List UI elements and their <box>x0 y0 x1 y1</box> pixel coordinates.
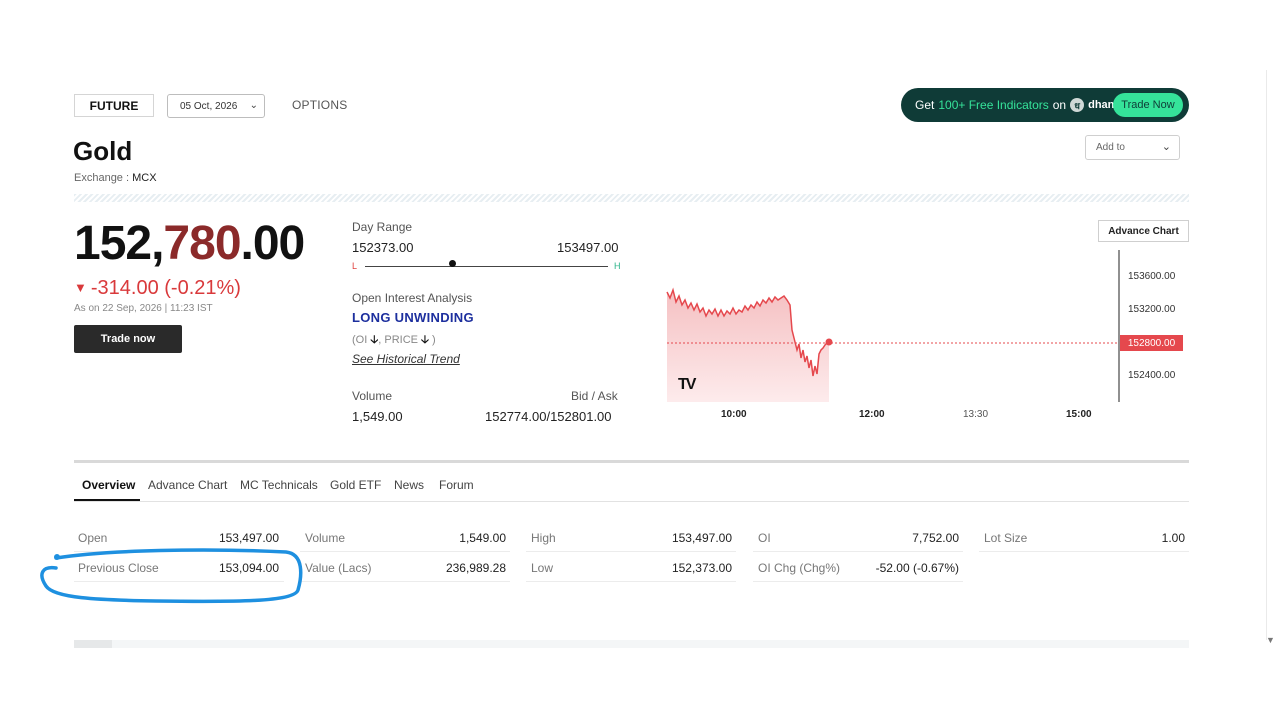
day-range-high-marker: H <box>614 261 621 271</box>
page-title: Gold <box>73 136 133 166</box>
current-price-label: 152800.00 <box>1120 335 1183 351</box>
chevron-down-icon: ⌄ <box>1161 141 1171 153</box>
banner-suffix: on <box>1052 98 1067 112</box>
bid-ask-value: 152774.00/152801.00 <box>485 409 612 424</box>
day-range-low: 152373.00 <box>352 240 414 255</box>
stat-value-high: 153,497.00 <box>671 531 732 545</box>
exchange-value: MCX <box>132 172 157 184</box>
options-tab[interactable]: OPTIONS <box>292 98 347 112</box>
down-triangle-icon: ▼ <box>74 280 87 295</box>
highlight-annotation <box>40 548 303 604</box>
future-tab[interactable]: FUTURE <box>74 94 154 117</box>
dhan-logo-icon: ध <box>1070 98 1085 112</box>
y-tick-label: 152400.00 <box>1128 370 1176 381</box>
oi-sub-suffix: ) <box>432 334 436 346</box>
intraday-chart[interactable] <box>660 250 1130 410</box>
stat-divider <box>753 551 963 552</box>
day-range-high: 153497.00 <box>557 240 619 255</box>
as-of-timestamp: As on 22 Sep, 2026 | 11:23 IST <box>74 303 213 314</box>
tab-news[interactable]: News <box>394 478 424 492</box>
oi-sub-prefix: (OI <box>352 334 368 346</box>
stat-label-open: Open <box>78 531 108 545</box>
x-tick-label: 10:00 <box>721 409 747 420</box>
day-range-low-marker: L <box>352 261 358 271</box>
section-divider <box>74 194 1189 202</box>
dhan-promo-banner[interactable]: Get 100+ Free Indicators on ध dhan Trade… <box>901 88 1189 122</box>
stat-label-oi-change: OI Chg (Chg%) <box>758 561 841 575</box>
x-tick-label: 12:00 <box>859 409 885 420</box>
last-price: 152,780.00 <box>74 216 306 271</box>
x-tick-label: 15:00 <box>1066 409 1092 420</box>
dhan-trade-now-button[interactable]: Trade Now <box>1113 93 1183 117</box>
oi-analysis-subtext: (OI 🡣, PRICE 🡣 ) <box>352 331 436 350</box>
stat-value-open: 153,497.00 <box>218 531 279 545</box>
stat-value-low: 152,373.00 <box>671 561 732 575</box>
stat-label-oi: OI <box>758 531 771 545</box>
stat-value-value-lacs: 236,989.28 <box>445 561 506 575</box>
price-change: ▼ -314.00 (-0.21%) <box>74 277 241 300</box>
add-to-label: Add to <box>1096 142 1125 153</box>
stat-label-volume: Volume <box>305 531 346 545</box>
expiry-date-select[interactable]: 05 Oct, 2026 ⌄ <box>167 94 265 118</box>
exchange-label: Exchange : <box>74 172 130 184</box>
y-tick-label: 153600.00 <box>1128 271 1176 282</box>
tab-mc-technicals[interactable]: MC Technicals <box>240 478 318 492</box>
banner-prefix: Get <box>915 98 935 112</box>
current-price-dot <box>825 338 833 346</box>
banner-highlight: 100+ Free Indicators <box>938 98 1049 112</box>
down-arrow-icon: 🡣 <box>421 334 429 346</box>
tabs-bottom-border <box>74 501 1189 502</box>
tab-overview[interactable]: Overview <box>82 478 135 492</box>
dhan-brand-name: dhan <box>1088 99 1115 111</box>
price-main: 152, <box>74 217 164 270</box>
stat-divider <box>526 551 736 552</box>
price-highlight: 780 <box>163 217 241 270</box>
bid-ask-label: Bid / Ask <box>571 389 618 403</box>
stat-label-value-lacs: Value (Lacs) <box>305 561 372 575</box>
stat-divider <box>753 581 963 582</box>
x-tick-label: 13:30 <box>963 409 989 420</box>
horizontal-scrollbar[interactable] <box>74 640 1189 648</box>
stat-divider <box>300 551 510 552</box>
stat-divider <box>526 581 736 582</box>
stat-divider <box>300 581 510 582</box>
stat-divider <box>979 551 1189 552</box>
chevron-down-icon: ⌄ <box>249 100 258 111</box>
tab-forum[interactable]: Forum <box>439 478 474 492</box>
historical-trend-link[interactable]: See Historical Trend <box>352 352 460 366</box>
stat-value-oi-change: -52.00 (-0.67%) <box>875 561 959 575</box>
oi-analysis-value: LONG UNWINDING <box>352 310 474 325</box>
vertical-scroll-track <box>1266 70 1267 640</box>
stat-value-volume: 1,549.00 <box>459 531 506 545</box>
scrollbar-thumb[interactable] <box>74 640 112 648</box>
add-to-dropdown[interactable]: Add to ⌄ <box>1085 135 1180 160</box>
tab-gold-etf[interactable]: Gold ETF <box>330 478 381 492</box>
oi-sub-mid: , PRICE <box>378 334 418 346</box>
tradingview-logo-icon: TV <box>678 376 697 393</box>
dhan-logo: ध dhan <box>1070 98 1114 112</box>
stat-value-lot-size: 1.00 <box>1161 531 1185 545</box>
stat-label-lot-size: Lot Size <box>984 531 1028 545</box>
stat-value-oi: 7,752.00 <box>912 531 959 545</box>
tab-advance-chart[interactable]: Advance Chart <box>148 478 227 492</box>
day-range-label: Day Range <box>352 220 413 234</box>
exchange-info: Exchange : MCX <box>74 172 157 184</box>
oi-analysis-label: Open Interest Analysis <box>352 291 473 305</box>
expiry-date-value: 05 Oct, 2026 <box>180 100 238 112</box>
advance-chart-button[interactable]: Advance Chart <box>1098 220 1189 242</box>
scroll-down-icon[interactable]: ▼ <box>1266 635 1275 645</box>
trade-now-button[interactable]: Trade now <box>74 325 182 353</box>
volume-label: Volume <box>352 389 393 403</box>
day-range-track <box>365 266 608 267</box>
price-decimal: .00 <box>240 217 306 270</box>
stat-label-high: High <box>531 531 556 545</box>
volume-value: 1,549.00 <box>352 409 403 424</box>
stat-label-low: Low <box>531 561 554 575</box>
price-change-value: -314.00 (-0.21%) <box>90 277 241 299</box>
tabs-divider <box>74 460 1189 463</box>
y-tick-label: 153200.00 <box>1128 304 1176 315</box>
